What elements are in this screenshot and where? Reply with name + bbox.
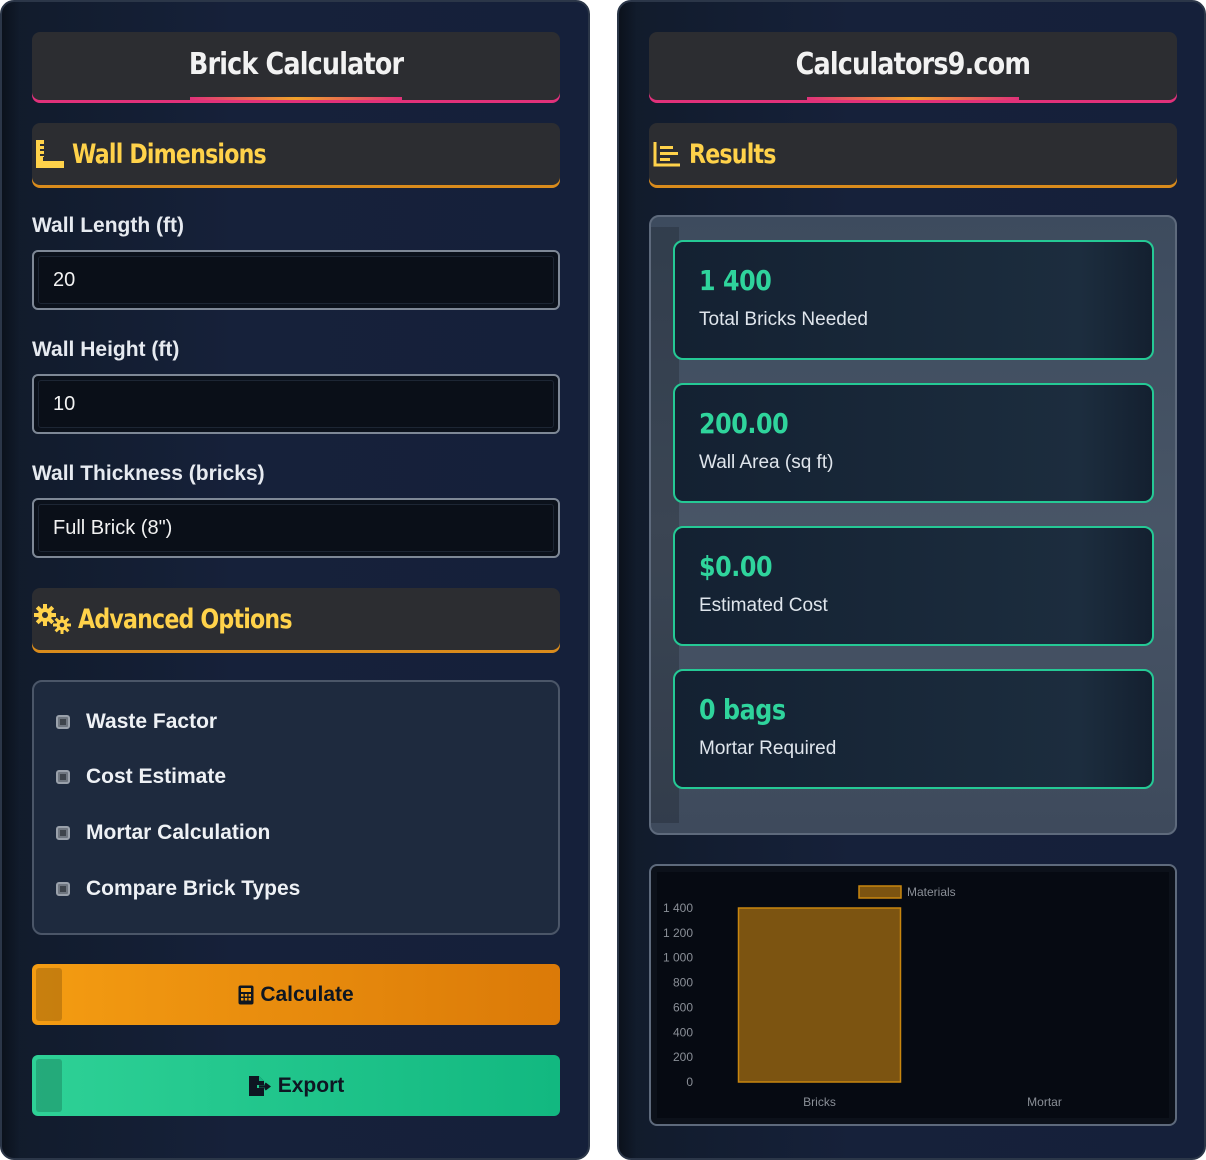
result-card-mortar: 0 bags Mortar Required: [673, 669, 1154, 789]
section-title: Wall Dimensions: [72, 138, 267, 170]
option-label: Waste Factor: [86, 710, 218, 733]
result-label: Mortar Required: [699, 738, 837, 759]
results-header: Results: [649, 123, 1177, 185]
wall-length-input[interactable]: 20: [32, 250, 560, 310]
results-panel: Calculators9.com Results 1 400 Total Bri…: [617, 0, 1206, 1160]
wall-dimensions-header: Wall Dimensions: [32, 123, 560, 185]
option-waste-factor[interactable]: Waste Factor: [56, 710, 217, 734]
export-button[interactable]: Export: [32, 1055, 560, 1116]
y-tick-label: 800: [673, 976, 693, 990]
x-tick-label: Bricks: [803, 1095, 836, 1109]
gears-icon: [32, 601, 74, 637]
site-title: Calculators9.com: [795, 47, 1031, 82]
wall-length-label: Wall Length (ft): [32, 214, 185, 237]
checkbox[interactable]: [56, 715, 70, 729]
calculate-label: Calculate: [260, 982, 354, 1006]
wall-thickness-label: Wall Thickness (bricks): [32, 462, 265, 485]
calculator-title-bar: Brick Calculator: [32, 32, 560, 100]
calculator-icon: [238, 985, 254, 1005]
y-tick-label: 400: [673, 1025, 693, 1039]
result-label: Wall Area (sq ft): [699, 452, 834, 473]
option-compare-brick-types[interactable]: Compare Brick Types: [56, 877, 300, 901]
legend-swatch: [858, 885, 902, 899]
result-value: 0 bags: [699, 693, 786, 726]
result-value: 200.00: [699, 407, 789, 440]
site-title-bar: Calculators9.com: [649, 32, 1177, 100]
result-label: Total Bricks Needed: [699, 309, 868, 330]
wall-height-label: Wall Height (ft): [32, 338, 180, 361]
chart-canvas: Materials 0 200 400 600 800 1 000 1 200 1 400 Bri…: [657, 872, 1169, 1118]
wall-length-value[interactable]: 20: [38, 256, 554, 304]
y-tick-label: 0: [686, 1075, 693, 1089]
option-mortar-calculation[interactable]: Mortar Calculation: [56, 821, 270, 845]
results-container: 1 400 Total Bricks Needed 200.00 Wall Ar…: [649, 215, 1177, 835]
x-tick-label: Mortar: [1027, 1095, 1062, 1109]
page-title: Brick Calculator: [188, 47, 404, 82]
advanced-options-header: Advanced Options: [32, 588, 560, 650]
result-value: 1 400: [699, 264, 772, 297]
result-card-estimated-cost: $0.00 Estimated Cost: [673, 526, 1154, 646]
y-tick-label: 1 400: [663, 901, 693, 915]
advanced-options-list: Waste Factor Cost Estimate Mortar Calcul…: [32, 680, 560, 935]
option-label: Mortar Calculation: [86, 821, 271, 844]
checkbox[interactable]: [56, 826, 70, 840]
result-card-wall-area: 200.00 Wall Area (sq ft): [673, 383, 1154, 503]
export-label: Export: [277, 1073, 345, 1097]
result-value: $0.00: [699, 550, 773, 583]
section-title: Advanced Options: [78, 603, 293, 635]
checkbox[interactable]: [56, 882, 70, 896]
wall-height-input[interactable]: 10: [32, 374, 560, 434]
y-tick-label: 600: [673, 1000, 693, 1014]
calculator-panel: Brick Calculator Wall Dimensions Wall Le…: [0, 0, 590, 1160]
bar-bricks: [737, 907, 902, 1083]
result-label: Estimated Cost: [699, 595, 828, 616]
option-cost-estimate[interactable]: Cost Estimate: [56, 765, 226, 789]
section-title: Results: [689, 138, 776, 170]
wall-height-value[interactable]: 10: [38, 380, 554, 428]
ruler-icon: [32, 136, 68, 172]
y-tick-label: 1 200: [663, 926, 693, 940]
wall-thickness-value[interactable]: Full Brick (8"): [38, 504, 554, 552]
materials-chart: Materials 0 200 400 600 800 1 000 1 200 1 400 Bri…: [649, 864, 1177, 1126]
bar-chart-icon: [649, 136, 685, 172]
y-tick-label: 200: [673, 1050, 693, 1064]
wall-thickness-select[interactable]: Full Brick (8"): [32, 498, 560, 558]
result-card-total-bricks: 1 400 Total Bricks Needed: [673, 240, 1154, 360]
calculate-button[interactable]: Calculate: [32, 964, 560, 1025]
legend-label: Materials: [907, 885, 956, 899]
option-label: Compare Brick Types: [86, 877, 301, 900]
file-export-icon: [248, 1075, 272, 1097]
y-tick-label: 1 000: [663, 951, 693, 965]
option-label: Cost Estimate: [86, 765, 227, 788]
checkbox[interactable]: [56, 770, 70, 784]
